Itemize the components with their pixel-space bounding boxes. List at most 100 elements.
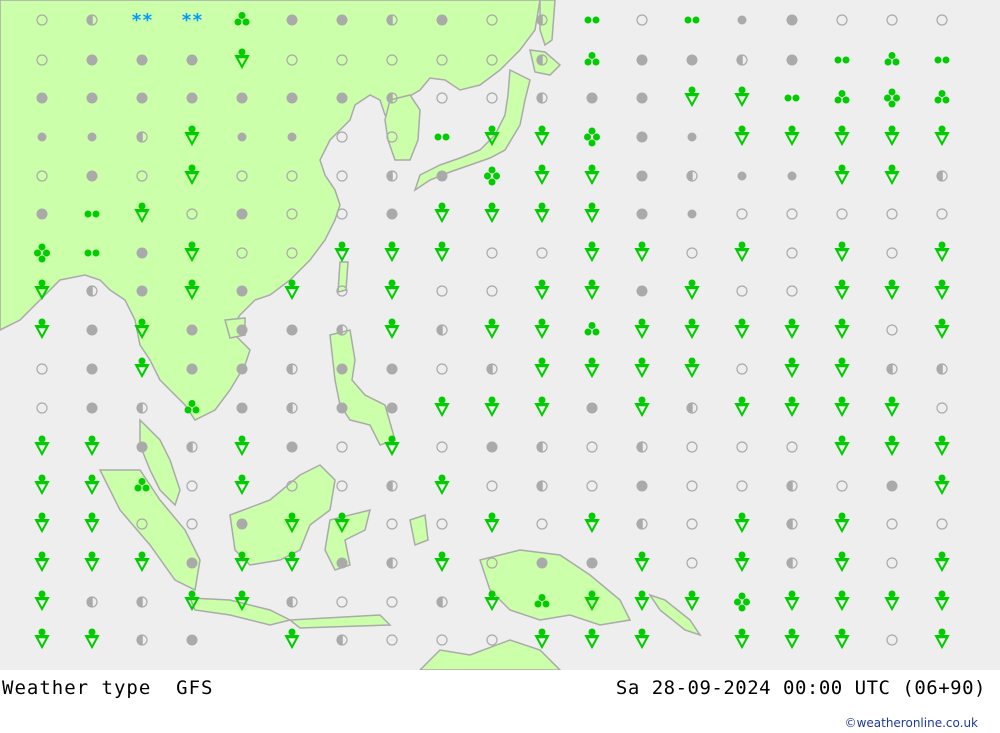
- rain-showers-icon: [824, 119, 860, 155]
- clear-icon: [124, 506, 160, 542]
- overcast-icon: [224, 351, 260, 387]
- cloudy-icon: [74, 119, 110, 155]
- clear-icon: [674, 545, 710, 581]
- overcast-icon: [374, 390, 410, 426]
- clear-icon: [174, 506, 210, 542]
- rain-showers-icon: [124, 196, 160, 232]
- rain-showers-icon: [874, 584, 910, 620]
- partly-cloudy-icon: [724, 42, 760, 78]
- partly-cloudy-icon: [274, 351, 310, 387]
- rain-showers-icon: [24, 312, 60, 348]
- clear-icon: [24, 158, 60, 194]
- rain-showers-icon: [174, 158, 210, 194]
- rain-showers-icon: [824, 235, 860, 271]
- rain-showers-icon: [374, 273, 410, 309]
- overcast-icon: [74, 351, 110, 387]
- rain-showers-icon: [374, 235, 410, 271]
- partly-cloudy-icon: [374, 158, 410, 194]
- rain-showers-icon: [824, 584, 860, 620]
- clear-icon: [724, 273, 760, 309]
- rain-showers-icon: [524, 158, 560, 194]
- rain-showers-icon: [824, 622, 860, 658]
- overcast-icon: [624, 42, 660, 78]
- rain-showers-icon: [674, 273, 710, 309]
- rain-showers-icon: [174, 584, 210, 620]
- rain-showers-icon: [274, 622, 310, 658]
- rain-showers-icon: [24, 468, 60, 504]
- svg-text:**: **: [181, 10, 203, 31]
- clear-icon: [574, 468, 610, 504]
- rain-showers-icon: [724, 235, 760, 271]
- moderate-rain-icon: [824, 80, 860, 116]
- overcast-icon: [124, 80, 160, 116]
- overcast-icon: [74, 158, 110, 194]
- rain-showers-icon: [224, 42, 260, 78]
- clear-icon: [624, 2, 660, 38]
- rain-showers-icon: [24, 273, 60, 309]
- rain-showers-icon: [724, 506, 760, 542]
- partly-cloudy-icon: [124, 390, 160, 426]
- overcast-icon: [324, 2, 360, 38]
- weather-map[interactable]: ** **: [0, 0, 1000, 670]
- overcast-icon: [624, 273, 660, 309]
- clear-icon: [424, 273, 460, 309]
- light-rain-icon: [574, 2, 610, 38]
- heavy-rain-icon: [574, 119, 610, 155]
- rain-showers-icon: [824, 545, 860, 581]
- partly-cloudy-icon: [924, 351, 960, 387]
- clear-icon: [424, 42, 460, 78]
- clear-icon: [474, 2, 510, 38]
- overcast-icon: [624, 119, 660, 155]
- cloudy-icon: [674, 196, 710, 232]
- overcast-icon: [474, 429, 510, 465]
- map-title: Weather type GFS: [2, 677, 214, 699]
- clear-icon: [324, 468, 360, 504]
- clear-icon: [924, 390, 960, 426]
- overcast-icon: [124, 429, 160, 465]
- overcast-icon: [174, 351, 210, 387]
- credit-link[interactable]: ©weatheronline.co.uk: [845, 716, 978, 730]
- rain-showers-icon: [174, 119, 210, 155]
- cloudy-icon: [274, 119, 310, 155]
- overcast-icon: [324, 545, 360, 581]
- clear-icon: [824, 196, 860, 232]
- rain-showers-icon: [124, 545, 160, 581]
- rain-showers-icon: [524, 273, 560, 309]
- rain-showers-icon: [624, 235, 660, 271]
- partly-cloudy-icon: [674, 390, 710, 426]
- rain-showers-icon: [524, 119, 560, 155]
- partly-cloudy-icon: [374, 2, 410, 38]
- overcast-icon: [274, 2, 310, 38]
- clear-icon: [824, 2, 860, 38]
- rain-showers-icon: [924, 273, 960, 309]
- rain-showers-icon: [374, 312, 410, 348]
- overcast-icon: [224, 506, 260, 542]
- rain-showers-icon: [324, 506, 360, 542]
- overcast-icon: [74, 80, 110, 116]
- overcast-icon: [424, 158, 460, 194]
- cloudy-icon: [674, 119, 710, 155]
- clear-icon: [874, 506, 910, 542]
- rain-showers-icon: [624, 584, 660, 620]
- partly-cloudy-icon: [374, 80, 410, 116]
- rain-showers-icon: [824, 273, 860, 309]
- partly-cloudy-icon: [474, 351, 510, 387]
- rain-showers-icon: [524, 312, 560, 348]
- rain-showers-icon: [924, 312, 960, 348]
- partly-cloudy-icon: [524, 80, 560, 116]
- overcast-icon: [424, 2, 460, 38]
- partly-cloudy-icon: [274, 584, 310, 620]
- rain-showers-icon: [874, 119, 910, 155]
- overcast-icon: [624, 468, 660, 504]
- rain-showers-icon: [574, 158, 610, 194]
- moderate-rain-icon: [574, 312, 610, 348]
- clear-icon: [474, 273, 510, 309]
- rain-showers-icon: [474, 506, 510, 542]
- moderate-rain-icon: [574, 42, 610, 78]
- rain-showers-icon: [624, 545, 660, 581]
- partly-cloudy-icon: [274, 390, 310, 426]
- rain-showers-icon: [674, 80, 710, 116]
- rain-showers-icon: [724, 390, 760, 426]
- partly-cloudy-icon: [524, 468, 560, 504]
- clear-icon: [324, 584, 360, 620]
